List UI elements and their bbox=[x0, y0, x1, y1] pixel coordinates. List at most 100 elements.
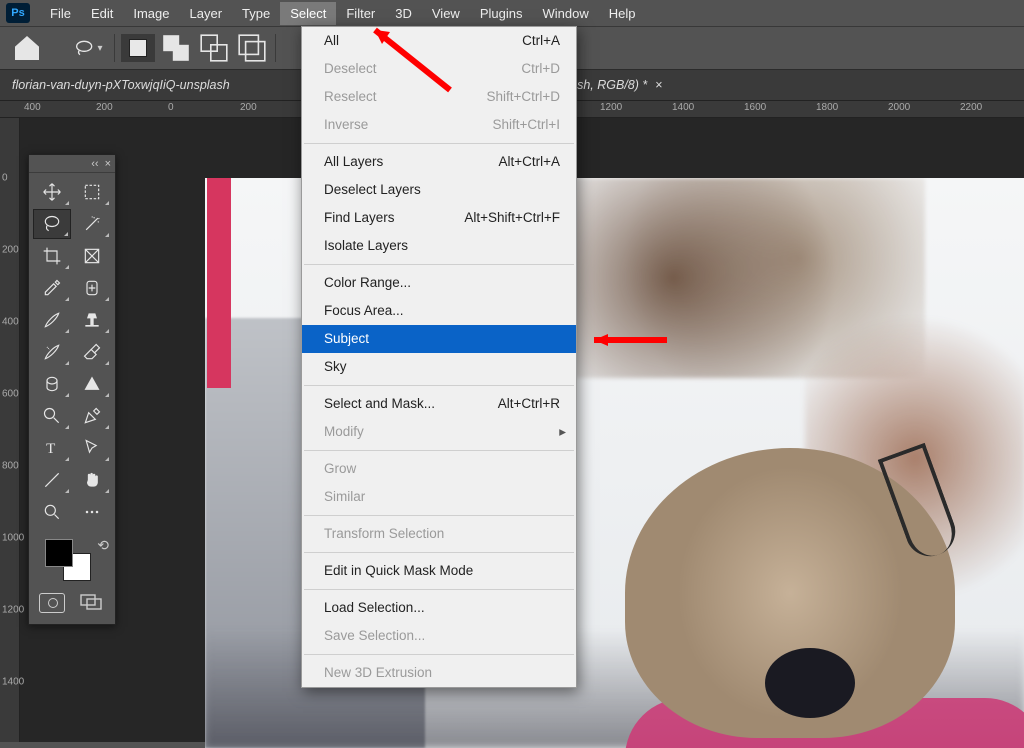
subtract-from-selection-button[interactable] bbox=[197, 34, 231, 62]
history-brush-tool[interactable] bbox=[33, 337, 71, 367]
brush-tool[interactable] bbox=[33, 305, 71, 335]
ruler-tick: 1200 bbox=[2, 605, 24, 616]
select-menu-dropdown: AllCtrl+ADeselectCtrl+DReselectShift+Ctr… bbox=[301, 26, 577, 688]
frame-tool[interactable] bbox=[73, 241, 111, 271]
menu-item-label: All bbox=[324, 31, 339, 51]
menu-item-label: Isolate Layers bbox=[324, 236, 408, 256]
ruler-tick: 200 bbox=[240, 102, 257, 113]
menu-window[interactable]: Window bbox=[532, 2, 598, 25]
magic-wand-tool[interactable] bbox=[73, 209, 111, 239]
ruler-tick: 600 bbox=[2, 389, 19, 400]
menu-item-find-layers[interactable]: Find LayersAlt+Shift+Ctrl+F bbox=[302, 204, 576, 232]
menu-type[interactable]: Type bbox=[232, 2, 280, 25]
ruler-tick: 400 bbox=[24, 102, 41, 113]
gradient-tool[interactable] bbox=[33, 369, 71, 399]
menu-item-all-layers[interactable]: All LayersAlt+Ctrl+A bbox=[302, 148, 576, 176]
healing-brush-tool[interactable] bbox=[73, 273, 111, 303]
menu-item-focus-area[interactable]: Focus Area... bbox=[302, 297, 576, 325]
menu-layer[interactable]: Layer bbox=[180, 2, 233, 25]
quickmask-row bbox=[29, 589, 115, 624]
menu-edit[interactable]: Edit bbox=[81, 2, 123, 25]
dodge-tool[interactable] bbox=[33, 401, 71, 431]
close-tab-icon[interactable]: × bbox=[655, 78, 662, 92]
menu-select[interactable]: Select bbox=[280, 2, 336, 25]
tool-preset-picker[interactable]: ▾ bbox=[72, 34, 106, 62]
tools-panel: ‹‹ × T bbox=[28, 154, 116, 625]
type-tool[interactable]: T bbox=[33, 433, 71, 463]
quick-mask-mode-button[interactable] bbox=[39, 593, 65, 613]
menu-item-load-selection[interactable]: Load Selection... bbox=[302, 594, 576, 622]
path-selection-tool[interactable] bbox=[73, 433, 111, 463]
color-swatch-area: ⟲ bbox=[29, 531, 115, 589]
menu-item-edit-in-quick-mask-mode[interactable]: Edit in Quick Mask Mode bbox=[302, 557, 576, 585]
menu-item-label: Focus Area... bbox=[324, 301, 404, 321]
menu-separator bbox=[304, 264, 574, 265]
lasso-tool[interactable] bbox=[33, 209, 71, 239]
ruler-tick: 1400 bbox=[2, 677, 24, 688]
shape-tool[interactable] bbox=[73, 369, 111, 399]
ruler-tick: 1400 bbox=[672, 102, 694, 113]
zoom-tool[interactable] bbox=[33, 497, 71, 527]
foreground-color-swatch[interactable] bbox=[45, 539, 73, 567]
menu-item-shortcut: Shift+Ctrl+D bbox=[486, 87, 560, 107]
menu-item-label: Edit in Quick Mask Mode bbox=[324, 561, 473, 581]
ruler-tick: 1800 bbox=[816, 102, 838, 113]
crop-tool[interactable] bbox=[33, 241, 71, 271]
ruler-tick: 1600 bbox=[744, 102, 766, 113]
menu-item-sky[interactable]: Sky bbox=[302, 353, 576, 381]
clone-stamp-tool[interactable] bbox=[73, 305, 111, 335]
menu-item-label: Load Selection... bbox=[324, 598, 425, 618]
pen-tool[interactable] bbox=[73, 401, 111, 431]
intersect-selection-button[interactable] bbox=[235, 34, 269, 62]
add-to-selection-button[interactable] bbox=[159, 34, 193, 62]
eraser-tool[interactable] bbox=[73, 337, 111, 367]
menu-item-shortcut: Shift+Ctrl+I bbox=[492, 115, 560, 135]
menu-item-new-3d-extrusion: New 3D Extrusion bbox=[302, 659, 576, 687]
eyedropper-tool[interactable] bbox=[33, 273, 71, 303]
swap-colors-icon[interactable]: ⟲ bbox=[97, 537, 109, 554]
line-tool[interactable] bbox=[33, 465, 71, 495]
home-button[interactable] bbox=[10, 34, 44, 62]
collapse-icon[interactable]: ‹‹ bbox=[91, 158, 98, 170]
menu-separator bbox=[304, 654, 574, 655]
close-icon[interactable]: × bbox=[105, 158, 111, 170]
menu-item-select-and-mask[interactable]: Select and Mask...Alt+Ctrl+R bbox=[302, 390, 576, 418]
menu-plugins[interactable]: Plugins bbox=[470, 2, 533, 25]
menu-help[interactable]: Help bbox=[599, 2, 646, 25]
menu-item-subject[interactable]: Subject bbox=[302, 325, 576, 353]
menu-separator bbox=[304, 552, 574, 553]
menu-file[interactable]: File bbox=[40, 2, 81, 25]
menu-separator bbox=[304, 589, 574, 590]
ruler-tick: 400 bbox=[2, 317, 19, 328]
menu-item-label: Inverse bbox=[324, 115, 368, 135]
menu-item-label: New 3D Extrusion bbox=[324, 663, 432, 683]
move-tool[interactable] bbox=[33, 177, 71, 207]
annotation-arrow-subject bbox=[582, 330, 672, 355]
app-logo: Ps bbox=[6, 3, 30, 23]
menu-image[interactable]: Image bbox=[123, 2, 179, 25]
menu-item-label: Deselect Layers bbox=[324, 180, 421, 200]
ruler-tick: 200 bbox=[2, 245, 19, 256]
menu-item-similar: Similar bbox=[302, 483, 576, 511]
menu-item-deselect-layers[interactable]: Deselect Layers bbox=[302, 176, 576, 204]
chevron-down-icon: ▾ bbox=[97, 43, 102, 54]
menu-item-label: All Layers bbox=[324, 152, 383, 172]
screen-mode-button[interactable] bbox=[79, 593, 103, 616]
hand-tool[interactable] bbox=[73, 465, 111, 495]
marquee-tool[interactable] bbox=[73, 177, 111, 207]
menu-item-label: Modify bbox=[324, 422, 364, 442]
menu-item-color-range[interactable]: Color Range... bbox=[302, 269, 576, 297]
menu-item-isolate-layers[interactable]: Isolate Layers bbox=[302, 232, 576, 260]
ruler-vertical: 0200400600800100012001400 bbox=[0, 118, 20, 742]
menu-item-label: Transform Selection bbox=[324, 524, 444, 544]
menu-item-modify: Modify bbox=[302, 418, 576, 446]
ruler-tick: 800 bbox=[2, 461, 19, 472]
selection-mode-group bbox=[114, 34, 276, 62]
menubar: Ps File Edit Image Layer Type Select Fil… bbox=[0, 0, 1024, 26]
menu-item-shortcut: Alt+Ctrl+R bbox=[498, 394, 560, 414]
document-tab-title-left[interactable]: florian-van-duyn-pXToxwjqIiQ-unsplash bbox=[12, 78, 230, 92]
menu-separator bbox=[304, 143, 574, 144]
edit-toolbar-button[interactable] bbox=[73, 497, 111, 527]
new-selection-button[interactable] bbox=[121, 34, 155, 62]
svg-text:T: T bbox=[46, 441, 55, 457]
